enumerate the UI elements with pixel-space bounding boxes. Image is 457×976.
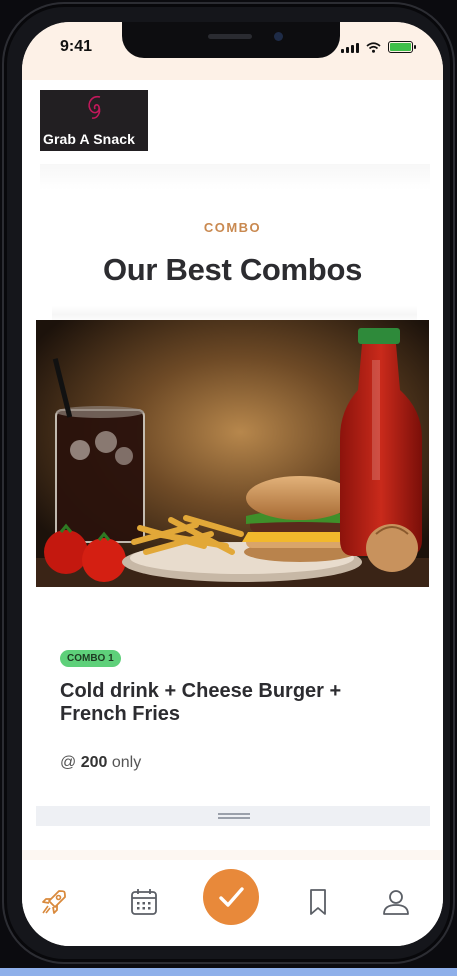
tab-home[interactable] <box>34 882 74 922</box>
price-amount: 200 <box>80 754 108 771</box>
sheet-handle-bar[interactable] <box>36 806 430 826</box>
status-bar: 9:41 <box>22 22 443 80</box>
logo-monogram-icon <box>88 95 101 119</box>
price-suffix: only <box>111 754 142 771</box>
drag-handle-icon[interactable] <box>218 813 250 819</box>
section-eyebrow: COMBO <box>203 220 262 235</box>
app-screen: 9:41 Grab A Snack COMBO Our Best Combos … <box>22 22 443 946</box>
status-icons <box>341 41 416 53</box>
rocket-icon <box>42 890 66 914</box>
confirm-button[interactable] <box>203 869 259 925</box>
logo-text: Grab A Snack <box>43 131 135 147</box>
combo-name: Cold drink + Cheese Burger + French Frie… <box>60 680 342 725</box>
bottom-tab-bar <box>22 860 443 946</box>
tab-saved[interactable] <box>298 882 338 922</box>
combo-badge: COMBO 1 <box>60 650 121 667</box>
phone-frame: 9:41 Grab A Snack COMBO Our Best Combos … <box>2 2 455 964</box>
cellular-signal-icon <box>341 42 359 53</box>
tab-profile[interactable] <box>376 882 416 922</box>
page-title: Our Best Combos <box>102 252 363 287</box>
checkmark-icon <box>219 887 244 907</box>
user-icon <box>383 890 409 915</box>
header-divider <box>40 164 430 190</box>
calendar-icon <box>131 889 157 915</box>
front-camera <box>274 32 283 41</box>
bookmark-icon <box>310 889 326 915</box>
wifi-icon <box>366 41 381 53</box>
tab-calendar[interactable] <box>124 882 164 922</box>
notch <box>122 22 340 58</box>
combo-food-photo[interactable] <box>36 320 429 587</box>
speaker-grille <box>208 34 252 39</box>
bottom-edge-strip <box>0 968 457 976</box>
main-content: Grab A Snack COMBO Our Best Combos COMBO… <box>22 80 443 850</box>
price-prefix: @ <box>60 754 77 771</box>
brand-logo[interactable]: Grab A Snack <box>40 90 148 151</box>
battery-charging-icon <box>388 41 416 53</box>
combo-card[interactable]: COMBO 1 Cold drink + Cheese Burger + Fre… <box>36 320 430 844</box>
status-time: 9:41 <box>60 38 93 55</box>
combo-price: @ 200 only <box>60 754 141 772</box>
